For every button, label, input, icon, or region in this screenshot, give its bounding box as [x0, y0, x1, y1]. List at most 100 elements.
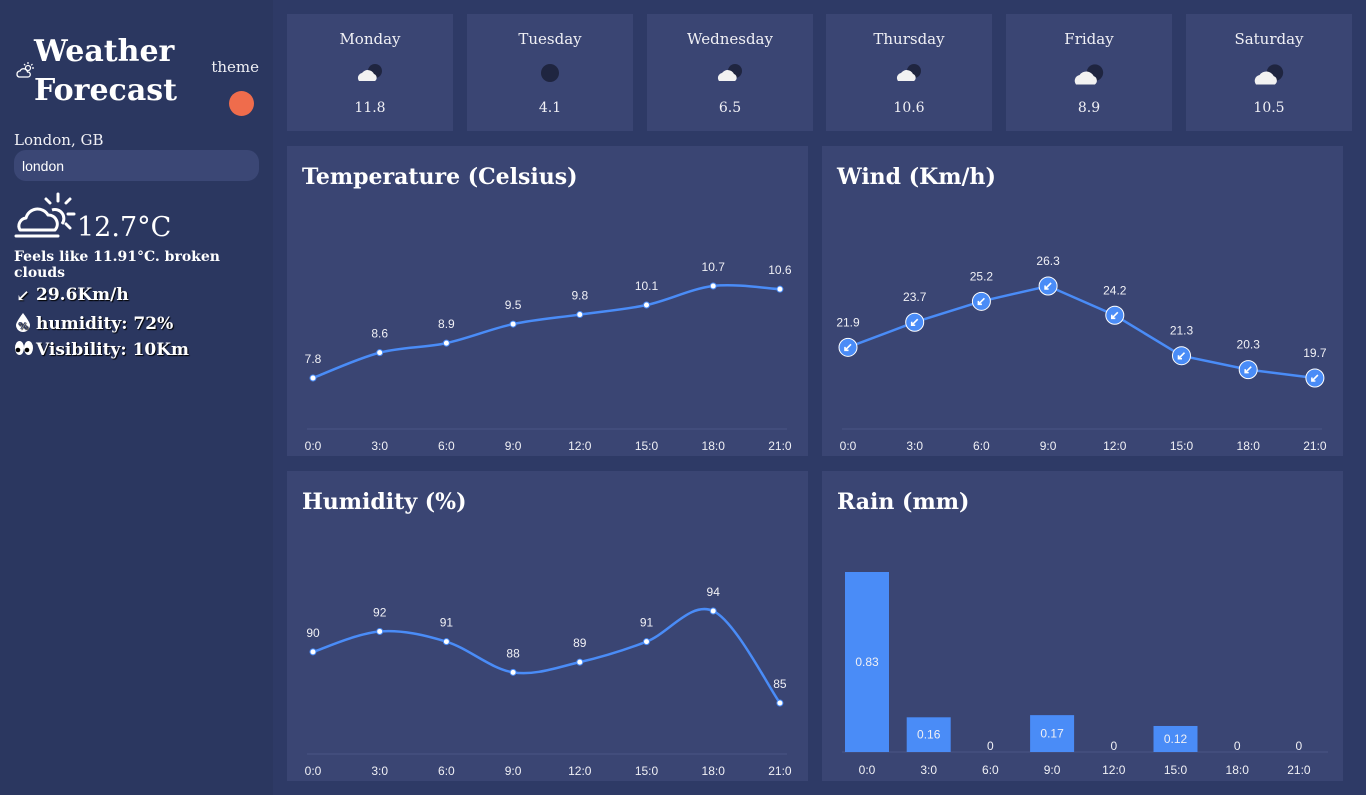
x-tick-label: 9:0: [505, 764, 522, 778]
data-label: 10.1: [635, 279, 659, 293]
data-point: [776, 285, 784, 293]
forecast-temp: 8.9: [1077, 100, 1101, 116]
data-label: 21.9: [836, 315, 860, 329]
wind-chart-svg: 21.9 0:0 23.7 3:0 25.2 6:0 26.3 9:0 24.2 12:0 21.3…: [836, 254, 1327, 453]
data-point: [643, 638, 650, 646]
humidity-stat: % humidity: 72%: [14, 312, 173, 336]
app-title-line2: Forecast: [34, 73, 178, 108]
data-label: 94: [707, 585, 721, 599]
x-tick-label: 9:0: [505, 439, 522, 453]
data-label: 10.7: [702, 260, 726, 274]
data-label: 88: [506, 646, 520, 660]
forecast-temp: 11.8: [354, 100, 386, 116]
cloudy-night-icon: [1074, 64, 1104, 85]
data-point: [309, 648, 317, 656]
data-point: [376, 627, 384, 635]
x-tick-label: 6:0: [973, 439, 990, 453]
data-label: 85: [773, 677, 787, 691]
forecast-card-monday[interactable]: Monday 11.8: [287, 14, 453, 131]
x-tick-label: 9:0: [1040, 439, 1057, 453]
forecast-temp: 4.1: [538, 100, 562, 116]
eyes-icon: [14, 339, 33, 361]
x-tick-label: 0:0: [305, 764, 322, 778]
current-temperature: 12.7°C: [77, 212, 172, 243]
wind-direction-marker: [1038, 276, 1058, 296]
x-tick-label: 3:0: [371, 439, 388, 453]
forecast-card-friday[interactable]: Friday 8.9: [1006, 14, 1172, 131]
forecast-card-tuesday[interactable]: Tuesday 4.1: [467, 14, 633, 131]
wind-direction-marker: [1238, 360, 1258, 380]
data-label: 0.16: [917, 728, 941, 742]
data-label: 0: [987, 739, 994, 753]
data-point: [442, 638, 450, 646]
forecast-day-name: Tuesday: [518, 30, 582, 48]
wind-direction-marker: [971, 291, 991, 311]
cloudy-night-icon: [357, 64, 382, 81]
data-point: [309, 374, 317, 382]
app-title-line1: Weather: [34, 34, 175, 69]
app-title: Weather Forecast: [34, 32, 177, 110]
cloudy-night-icon: [1254, 64, 1284, 85]
humidity-chart-svg: 90 0:0 92 3:0 91 6:0 88 9:0 89 12:0 91 15:0 94 18:0 85…: [305, 585, 792, 778]
x-tick-label: 12:0: [1102, 763, 1126, 777]
data-label: 21.3: [1170, 324, 1194, 338]
wind-direction-marker: [1172, 346, 1191, 366]
data-point: [709, 607, 717, 615]
data-label: 0: [1234, 739, 1241, 753]
forecast-temp: 10.5: [1253, 100, 1285, 116]
x-tick-label: 21:0: [1287, 763, 1311, 777]
visibility-stat: Visibility: 10Km: [14, 339, 189, 361]
x-tick-label: 3:0: [920, 763, 937, 777]
wind-direction-marker: [1105, 305, 1125, 325]
x-tick-label: 15:0: [1170, 439, 1194, 453]
forecast-card-wednesday[interactable]: Wednesday 6.5: [647, 14, 813, 131]
x-tick-label: 0:0: [859, 763, 876, 777]
data-label: 9.5: [505, 298, 522, 312]
humidity-chart: Humidity (%) 90 0:0 92 3:0 91 6:0 88 9:0 89 12:0 9…: [287, 471, 808, 781]
data-label: 0: [1110, 739, 1117, 753]
data-label: 91: [640, 616, 654, 630]
data-point: [442, 339, 450, 347]
x-tick-label: 3:0: [906, 439, 923, 453]
x-tick-label: 18:0: [1226, 763, 1250, 777]
rain-chart-svg: 0.83 0:0 0.16 3:0 0 6:0 0.17 9:0 0 12:0 0.12 15:0 0 1…: [842, 572, 1328, 777]
x-tick-label: 6:0: [438, 764, 455, 778]
data-point: [376, 349, 384, 357]
humidity-value: humidity: 72%: [36, 314, 174, 334]
forecast-card-saturday[interactable]: Saturday 10.5: [1186, 14, 1352, 131]
forecast-temp: 6.5: [718, 100, 742, 116]
x-tick-label: 0:0: [840, 439, 857, 453]
series-line: [312, 607, 781, 704]
brand: Weather Forecast theme: [14, 32, 259, 116]
data-label: 89: [573, 636, 587, 650]
theme-label: theme: [211, 58, 259, 76]
x-tick-label: 12:0: [1103, 439, 1127, 453]
data-point: [509, 668, 517, 676]
data-label: 23.7: [903, 290, 927, 304]
data-label: 0: [1296, 739, 1303, 753]
location-label: London, GB: [14, 131, 104, 149]
feels-like-description: Feels like 11.91°C. broken clouds: [14, 249, 220, 281]
x-tick-label: 21:0: [1303, 439, 1327, 453]
forecast-card-thursday[interactable]: Thursday 10.6: [826, 14, 992, 131]
temperature-chart: Temperature (Celsius) 7.8 0:0 8.6 3:0 8.9 6:0…: [287, 146, 808, 456]
data-label: 7.8: [305, 352, 322, 366]
forecast-temp: 10.6: [893, 100, 925, 116]
wind-chart: Wind (Km/h) 21.9 0:0 23.7 3:0 25.2 6:0 26.3 9:0…: [822, 146, 1343, 456]
data-label: 90: [306, 626, 320, 640]
current-weather: 12.7°C: [14, 192, 259, 243]
x-tick-label: 18:0: [1237, 439, 1261, 453]
partly-cloudy-day-icon: [16, 62, 34, 78]
data-label: 10.6: [768, 263, 792, 277]
partly-cloudy-day-icon: [14, 192, 76, 238]
data-label: 8.6: [371, 327, 388, 341]
search-input[interactable]: [14, 150, 259, 181]
data-label: 0.83: [855, 655, 879, 669]
clear-night-icon: [541, 64, 559, 82]
data-point: [576, 311, 584, 319]
x-tick-label: 21:0: [768, 439, 792, 453]
theme-toggle-button[interactable]: [229, 91, 254, 116]
x-tick-label: 15:0: [1164, 763, 1188, 777]
wind-stat: ↙ 29.6Km/h: [14, 285, 128, 305]
x-tick-label: 18:0: [702, 439, 726, 453]
